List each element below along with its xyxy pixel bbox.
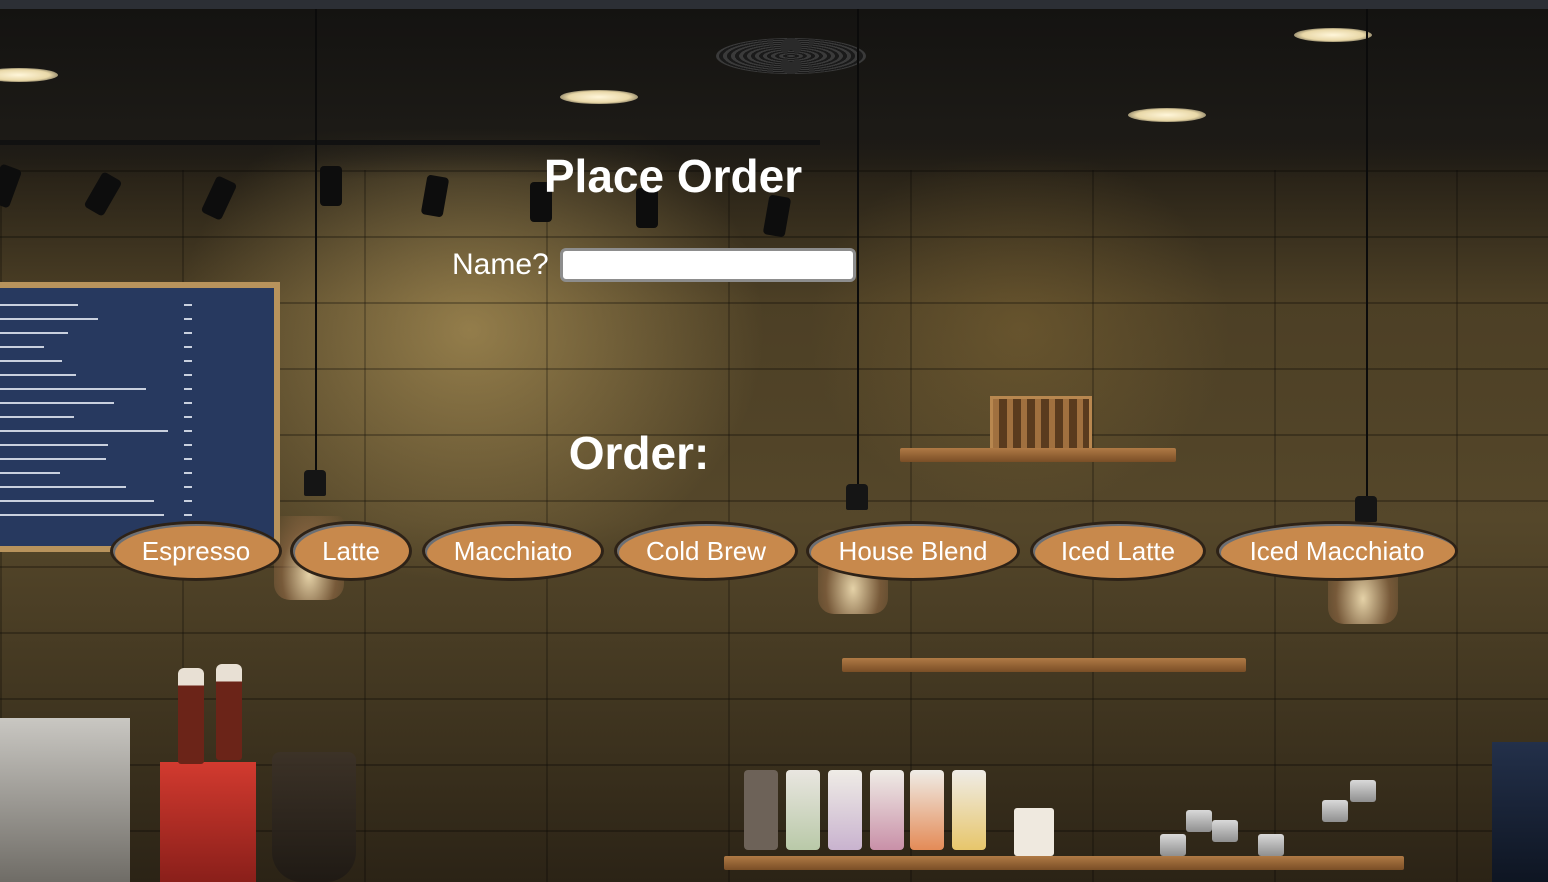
name-input[interactable]: [559, 248, 856, 282]
iced-macchiato-button[interactable]: Iced Macchiato: [1216, 521, 1458, 581]
menu-board-picture: [0, 282, 280, 552]
light-track: [0, 140, 820, 145]
house-blend-button[interactable]: House Blend: [806, 521, 1020, 581]
name-row: Name?: [452, 244, 856, 286]
tin: [1160, 834, 1186, 856]
order-heading: Order:: [568, 427, 710, 479]
coffee-can: [828, 770, 862, 850]
red-cabinet: [160, 762, 256, 882]
coffee-grinder: [272, 752, 356, 882]
pendant-cord: [315, 9, 317, 479]
tin: [1258, 834, 1284, 856]
coffee-can: [744, 770, 778, 850]
wall-shelf: [724, 856, 1404, 870]
tin: [1350, 780, 1376, 802]
blue-appliance: [1492, 742, 1548, 882]
ceiling-vent: [716, 38, 866, 74]
cold-brew-button[interactable]: Cold Brew: [614, 521, 798, 581]
pendant-cord: [1366, 9, 1368, 509]
iced-latte-button[interactable]: Iced Latte: [1030, 521, 1206, 581]
latte-button[interactable]: Latte: [290, 521, 412, 581]
order-button-group: Espresso Latte Macchiato Cold Brew House…: [0, 521, 1548, 587]
coffee-can: [786, 770, 820, 850]
coffee-can: [952, 770, 986, 850]
espresso-machine: [0, 718, 130, 882]
ceiling-light: [560, 90, 638, 104]
syrup-bottle: [178, 668, 204, 764]
pendant-cap: [846, 484, 868, 510]
pendant-cap: [1355, 496, 1377, 522]
tin: [1186, 810, 1212, 832]
tin: [1212, 820, 1238, 842]
ceiling-light: [1128, 108, 1206, 122]
top-bar: [0, 0, 1548, 9]
syrup-bottle: [216, 664, 242, 760]
pendant-cord: [857, 9, 859, 489]
page-title: Place Order: [543, 150, 803, 202]
coffee-can: [910, 770, 944, 850]
name-label: Name?: [452, 248, 549, 281]
tin: [1322, 800, 1348, 822]
macchiato-button[interactable]: Macchiato: [422, 521, 604, 581]
espresso-button[interactable]: Espresso: [110, 521, 282, 581]
box: [1014, 808, 1054, 856]
coffee-can: [870, 770, 904, 850]
wall-shelf: [842, 658, 1246, 672]
ceiling-light: [1294, 28, 1372, 42]
